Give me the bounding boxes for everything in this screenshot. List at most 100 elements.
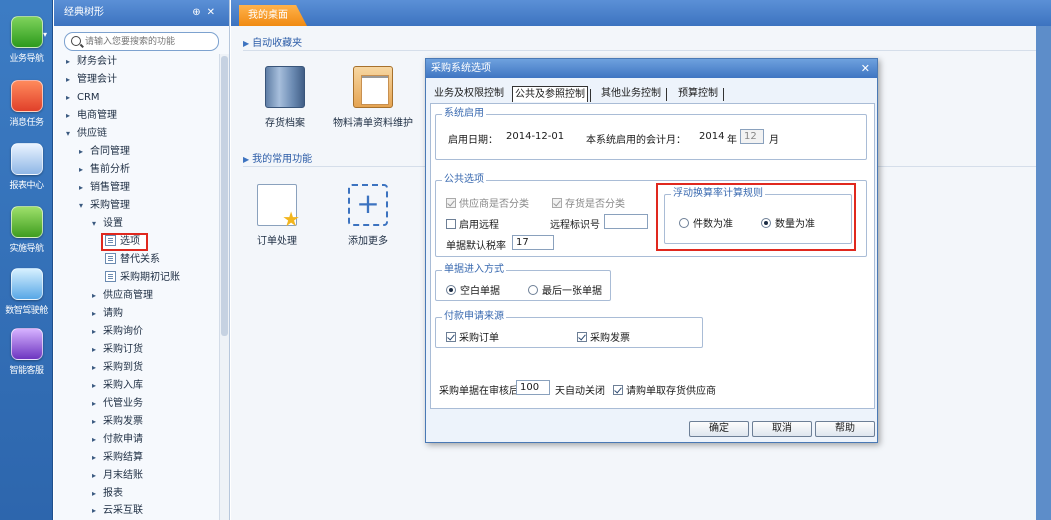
rail-item-cockpit[interactable]: 数智驾驶舱 [0,268,53,316]
rail-item-reports[interactable]: 报表中心 [0,143,53,191]
tree-node[interactable]: ▸ 报表 [92,486,123,502]
chevron-right-icon: ▸ [92,417,97,426]
tab-budget[interactable]: 预算控制 [676,86,724,102]
tree-node-label: 报表 [103,488,123,499]
tree-node[interactable]: ▸ 代管业务 [92,396,143,412]
tree-node[interactable]: ▸ 请购 [92,306,123,322]
chevron-right-icon: ▸ [92,489,97,498]
tree-node-label: 请购 [103,308,123,319]
shortcut-label: 订单处理 [257,236,297,247]
tree-scrollbar[interactable] [219,54,229,520]
tree-node[interactable]: ▸ 销售管理 [79,180,130,196]
tree-node[interactable]: ▾ 设置 [92,216,123,232]
request-vendor-checkbox[interactable]: 请购单取存货供应商 [613,382,716,397]
tree-node[interactable]: ▾ 供应链 [66,126,107,142]
triangle-right-icon: ▶ [243,155,250,164]
tree-node[interactable]: ▸ 供应商管理 [92,288,153,304]
tree-header: 经典树形 ⊕✕ [54,0,229,26]
tree-node[interactable]: ▸ 采购发票 [92,414,143,430]
chevron-right-icon: ▸ [92,381,97,390]
rail-item-service[interactable]: 智能客服 [0,328,53,376]
tree-node[interactable]: ▸ 采购订货 [92,342,143,358]
search-input[interactable] [85,34,213,49]
tree-node[interactable]: ▸ 电商管理 [66,108,117,124]
chevron-right-icon: ▸ [66,93,71,102]
rail-item-implementation[interactable]: 实施导航 [0,206,53,254]
rail-item-business-nav[interactable]: 业务导航 [0,16,53,64]
tree-node[interactable]: ▸ 采购结算 [92,450,143,466]
tree-node-label: 采购到货 [103,362,143,373]
checkbox-label: 采购订单 [459,333,499,344]
message-icon [10,80,43,112]
ok-button[interactable]: 确定 [689,421,749,437]
tree-node[interactable]: ▸ CRM [66,90,100,106]
supplier-classified-checkbox[interactable]: 供应商是否分类 [446,195,529,210]
start-month-field[interactable]: 12 [740,129,764,144]
radio-label: 空白单据 [460,286,500,297]
shortcut-add-more[interactable]: + 添加更多 [328,184,408,247]
tree-node[interactable]: ▸ 月末结账 [92,468,143,484]
report-icon [10,143,43,175]
tab-strip: 我的桌面 [231,0,1051,26]
tree-node-selected[interactable]: 选项 [101,233,148,251]
period-label: 本系统启用的会计月： [586,135,686,146]
document-icon [105,235,116,246]
tab-common-reference[interactable]: 公共及参照控制 [512,86,591,102]
tab-divider [723,88,724,101]
chevron-right-icon: ▸ [92,291,97,300]
search-box [64,32,219,51]
radio-last-document[interactable]: 最后一张单据 [528,282,602,297]
tree-node[interactable]: ▸ 售前分析 [79,162,130,178]
shortcut-order-processing[interactable]: 订单处理 [237,184,317,247]
checkbox [446,219,456,229]
tax-rate-field[interactable]: 17 [512,235,554,250]
tree-node-label: 采购管理 [90,200,130,211]
chevron-down-icon: ▾ [79,201,84,210]
tree-node-label: 设置 [103,218,123,229]
remote-id-field[interactable] [604,214,648,229]
chevron-right-icon: ▸ [79,147,84,156]
tree-node[interactable]: ▸ 合同管理 [79,144,130,160]
pin-icon[interactable]: ⊕ [192,7,206,18]
month-unit: 月 [769,135,779,146]
tree-node[interactable]: ▸ 采购到货 [92,360,143,376]
shortcut-inventory-archive[interactable]: 存货档案 [245,66,325,129]
add-icon: + [348,184,388,226]
compass-icon [10,206,43,238]
tree-node-label: 采购期初记账 [120,272,180,283]
favorites-section-title: ▶ 自动收藏夹 [243,34,302,49]
start-date-value: 2014-12-01 [506,131,565,142]
scrollbar-thumb[interactable] [221,56,228,336]
tree-node[interactable]: ▸ 付款申请 [92,432,143,448]
tab-divider [666,88,667,101]
tab-other-business[interactable]: 其他业务控制 [599,86,667,102]
tree-node-label: 售前分析 [90,164,130,175]
checkbox-purchase-invoice[interactable]: 采购发票 [577,329,630,344]
help-button[interactable]: 帮助 [815,421,875,437]
tree-node-label: 采购结算 [103,452,143,463]
tab-my-desktop[interactable]: 我的桌面 [239,5,307,26]
tree-node[interactable]: 采购期初记账 [105,270,180,286]
tree-node-label: 替代关系 [120,254,160,265]
tree-node[interactable]: ▸ 采购询价 [92,324,143,340]
close-icon[interactable]: ✕ [861,59,870,78]
rail-item-messages[interactable]: 消息任务 [0,80,53,128]
inventory-classified-checkbox[interactable]: 存货是否分类 [552,195,625,210]
tree-node[interactable]: ▸ 财务会计 [66,54,117,70]
tree-node-label: 供应商管理 [103,290,153,301]
tree-node[interactable]: ▸ 管理会计 [66,72,117,88]
chevron-right-icon: ▸ [66,111,71,120]
close-icon[interactable]: ✕ [207,7,221,18]
auto-close-days-field[interactable]: 100 [516,380,550,395]
tree-node[interactable]: ▾ 采购管理 [79,198,130,214]
shortcut-bom-maintenance[interactable]: 物料清单资料维护 [328,66,418,129]
tree-node[interactable]: 替代关系 [105,252,160,268]
radio-blank-document[interactable]: 空白单据 [446,282,500,297]
tree-node[interactable]: ▸ 采购入库 [92,378,143,394]
enable-remote-checkbox[interactable]: 启用远程 [446,216,499,231]
checkbox-purchase-order[interactable]: 采购订单 [446,329,499,344]
cancel-button[interactable]: 取消 [752,421,812,437]
rail-item-label: 智能客服 [9,366,44,376]
tab-business-permission[interactable]: 业务及权限控制 [432,86,506,102]
tree-node[interactable]: ▸ 云采互联 [92,503,143,519]
